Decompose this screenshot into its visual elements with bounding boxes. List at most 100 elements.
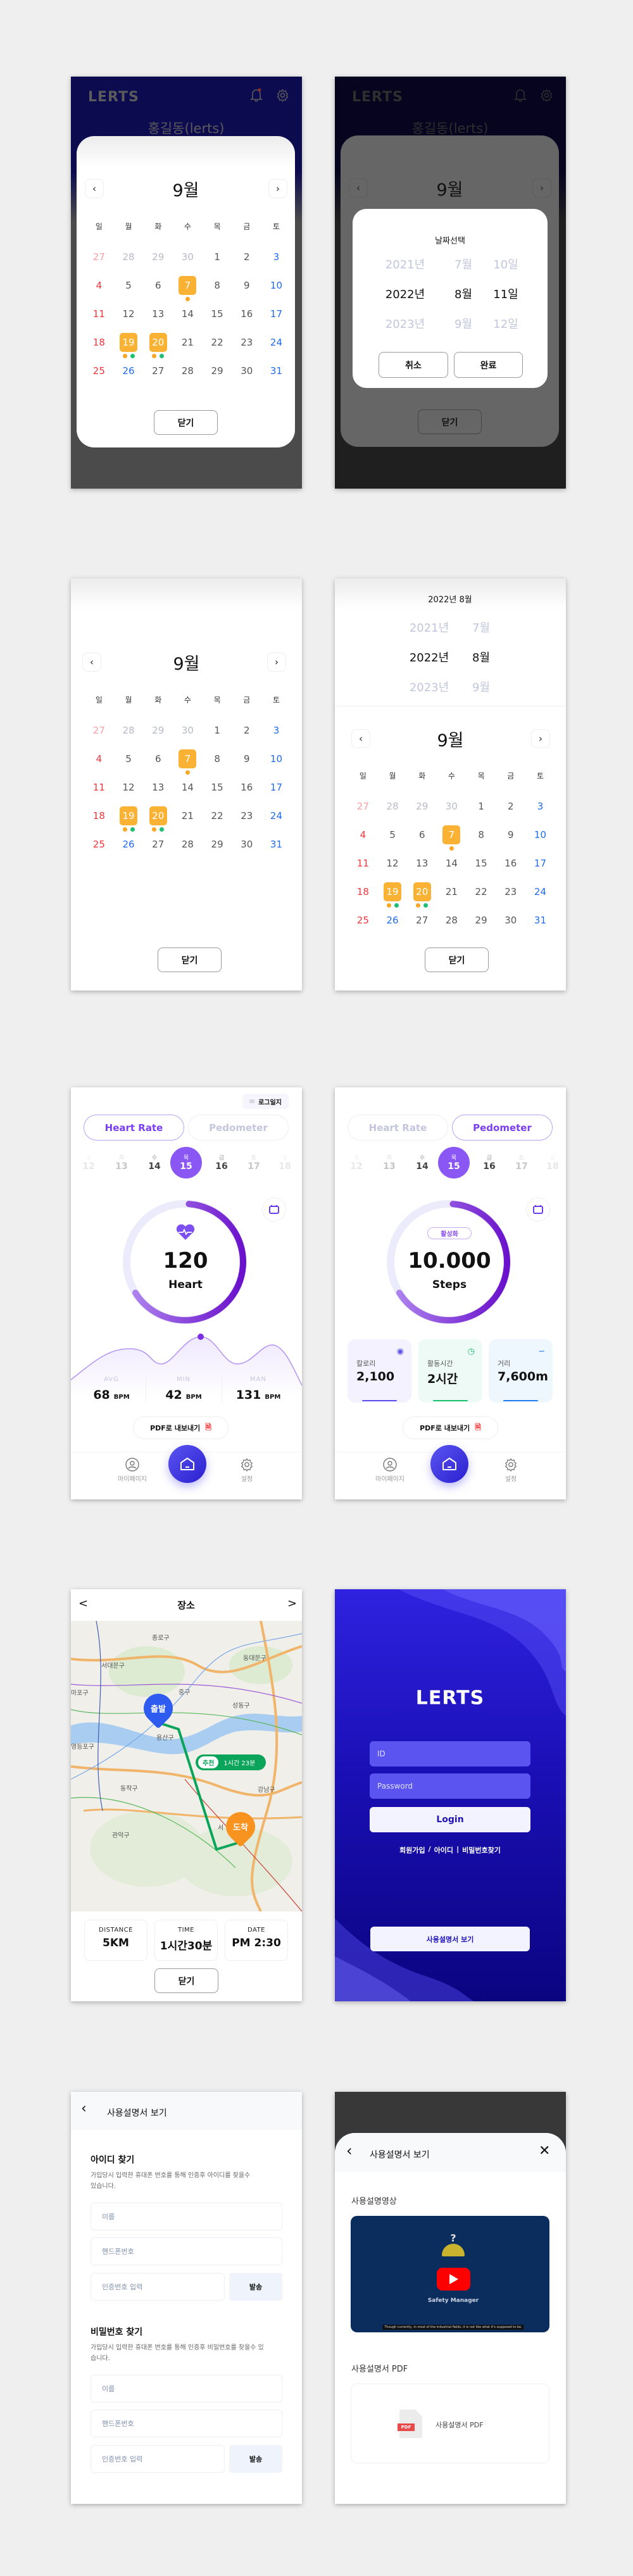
home-button[interactable] bbox=[430, 1445, 468, 1483]
calendar-day[interactable]: 1 bbox=[203, 725, 232, 736]
pdf-export-button[interactable]: PDF로 내보내기 🗎 bbox=[133, 1416, 229, 1439]
calendar-day[interactable]: 20 bbox=[143, 806, 173, 832]
month-option[interactable]: 7월 bbox=[472, 619, 490, 635]
year-option[interactable]: 2023년 bbox=[385, 315, 425, 332]
calendar-day[interactable]: 30 bbox=[496, 915, 525, 926]
close-icon[interactable]: ✕ bbox=[539, 2143, 550, 2159]
date-strip-day[interactable]: 금 16 bbox=[208, 1153, 235, 1172]
send-code-button[interactable]: 발송 bbox=[229, 2273, 282, 2301]
code-input[interactable]: 인증번호 입력 bbox=[91, 2445, 225, 2473]
calendar-day[interactable]: 14 bbox=[437, 858, 467, 869]
log-button[interactable]: 로그일지 bbox=[242, 1094, 289, 1109]
date-strip-day[interactable]: 목 15 bbox=[170, 1147, 202, 1179]
calendar-day[interactable]: 11 bbox=[84, 782, 114, 793]
calendar-day[interactable]: 7 bbox=[437, 825, 467, 851]
calendar-day[interactable]: 27 bbox=[407, 915, 437, 926]
calendar-day[interactable]: 28 bbox=[114, 251, 144, 263]
find-password-link[interactable]: 비밀번호찾기 bbox=[462, 1845, 501, 1855]
signup-link[interactable]: 회원가입 bbox=[399, 1845, 425, 1855]
calendar-day[interactable]: 6 bbox=[407, 829, 437, 841]
calendar-day[interactable]: 1 bbox=[203, 251, 232, 263]
month-option[interactable]: 7월 bbox=[454, 256, 472, 272]
calendar-day[interactable]: 20 bbox=[407, 882, 437, 908]
name-input[interactable]: 이름 bbox=[91, 2375, 282, 2403]
date-strip-day[interactable]: 토 17 bbox=[240, 1153, 268, 1172]
calendar-day[interactable]: 14 bbox=[173, 782, 203, 793]
tab-pedometer[interactable]: Pedometer bbox=[188, 1115, 289, 1141]
calendar-day[interactable]: 16 bbox=[232, 308, 261, 320]
calendar-day[interactable]: 6 bbox=[143, 753, 173, 765]
calendar-day[interactable]: 29 bbox=[467, 915, 496, 926]
day-selected[interactable]: 11일 bbox=[493, 285, 518, 302]
date-strip-day[interactable]: 일 18 bbox=[271, 1153, 299, 1172]
calendar-day[interactable]: 19 bbox=[378, 882, 408, 908]
calendar-day[interactable]: 29 bbox=[407, 801, 437, 812]
nav-settings[interactable]: 설정 bbox=[504, 1458, 518, 1483]
calendar-day[interactable]: 30 bbox=[173, 725, 203, 736]
calendar-day[interactable]: 5 bbox=[114, 753, 144, 765]
calendar-day[interactable]: 30 bbox=[437, 801, 467, 812]
calendar-day[interactable]: 22 bbox=[467, 886, 496, 897]
calendar-day[interactable]: 23 bbox=[232, 810, 261, 822]
calendar-day[interactable]: 30 bbox=[232, 839, 261, 850]
calendar-button[interactable] bbox=[526, 1197, 550, 1222]
back-button[interactable]: ‹ bbox=[81, 2101, 87, 2116]
date-strip-day[interactable]: 금 16 bbox=[475, 1153, 503, 1172]
calendar-day[interactable]: 18 bbox=[84, 337, 114, 348]
calendar-day[interactable]: 2 bbox=[496, 801, 525, 812]
calendar-day[interactable]: 8 bbox=[467, 829, 496, 841]
day-option[interactable]: 10일 bbox=[493, 256, 518, 272]
calendar-day[interactable]: 27 bbox=[84, 725, 114, 736]
calendar-day[interactable]: 4 bbox=[84, 280, 114, 291]
calendar-day[interactable]: 14 bbox=[173, 308, 203, 320]
calendar-day[interactable]: 26 bbox=[114, 365, 144, 377]
calendar-day[interactable]: 23 bbox=[232, 337, 261, 348]
calendar-day[interactable]: 27 bbox=[143, 365, 173, 377]
pdf-card[interactable]: PDF 사용설명서 PDF bbox=[351, 2384, 549, 2463]
calendar-day[interactable]: 28 bbox=[437, 915, 467, 926]
calendar-day[interactable]: 24 bbox=[261, 337, 291, 348]
gear-icon[interactable] bbox=[276, 89, 289, 102]
calendar-day[interactable]: 5 bbox=[378, 829, 408, 841]
calendar-day[interactable]: 6 bbox=[143, 280, 173, 291]
calendar-day[interactable]: 9 bbox=[496, 829, 525, 841]
calendar-day[interactable]: 16 bbox=[232, 782, 261, 793]
pdf-export-button[interactable]: PDF로 내보내기 🗎 bbox=[403, 1416, 498, 1439]
video-player[interactable]: ? Safety Manager Though currently, in mo… bbox=[351, 2216, 549, 2332]
close-button[interactable]: 닫기 bbox=[418, 410, 482, 434]
date-strip-day[interactable]: 수 14 bbox=[408, 1153, 436, 1172]
calendar-day[interactable]: 8 bbox=[203, 753, 232, 765]
calendar-day[interactable]: 27 bbox=[84, 251, 114, 263]
calendar-day[interactable]: 26 bbox=[378, 915, 408, 926]
next-month-button[interactable]: › bbox=[267, 653, 286, 672]
calendar-day[interactable]: 7 bbox=[173, 749, 203, 775]
name-input[interactable]: 이름 bbox=[91, 2203, 282, 2230]
calendar-day[interactable]: 17 bbox=[261, 782, 291, 793]
prev-button[interactable]: < bbox=[78, 1597, 88, 1610]
month-selected[interactable]: 8월 bbox=[472, 649, 490, 665]
tab-pedometer[interactable]: Pedometer bbox=[452, 1115, 553, 1141]
next-month-button[interactable]: › bbox=[532, 178, 551, 197]
calendar-day[interactable]: 26 bbox=[114, 839, 144, 850]
calendar-day[interactable]: 10 bbox=[525, 829, 555, 841]
calendar-day[interactable]: 31 bbox=[261, 839, 291, 850]
calendar-day[interactable]: 25 bbox=[84, 365, 114, 377]
calendar-day[interactable]: 13 bbox=[143, 308, 173, 320]
phone-input[interactable]: 핸드폰번호 bbox=[91, 2237, 282, 2265]
day-option[interactable]: 12일 bbox=[493, 315, 518, 332]
date-strip-day[interactable]: 수 14 bbox=[141, 1153, 168, 1172]
nav-settings[interactable]: 설정 bbox=[240, 1458, 254, 1483]
calendar-day[interactable]: 2 bbox=[232, 725, 261, 736]
calendar-day[interactable]: 28 bbox=[114, 725, 144, 736]
calendar-day[interactable]: 21 bbox=[173, 810, 203, 822]
date-strip-day[interactable]: 일 18 bbox=[539, 1153, 566, 1172]
calendar-day[interactable]: 29 bbox=[143, 725, 173, 736]
calendar-day[interactable]: 19 bbox=[114, 806, 144, 832]
calendar-day[interactable]: 25 bbox=[348, 915, 378, 926]
calendar-day[interactable]: 17 bbox=[261, 308, 291, 320]
month-selected[interactable]: 8월 bbox=[454, 285, 472, 302]
calendar-day[interactable]: 31 bbox=[261, 365, 291, 377]
month-option[interactable]: 9월 bbox=[472, 678, 490, 695]
next-button[interactable]: > bbox=[287, 1597, 297, 1610]
close-button[interactable]: 닫기 bbox=[154, 1968, 218, 1993]
